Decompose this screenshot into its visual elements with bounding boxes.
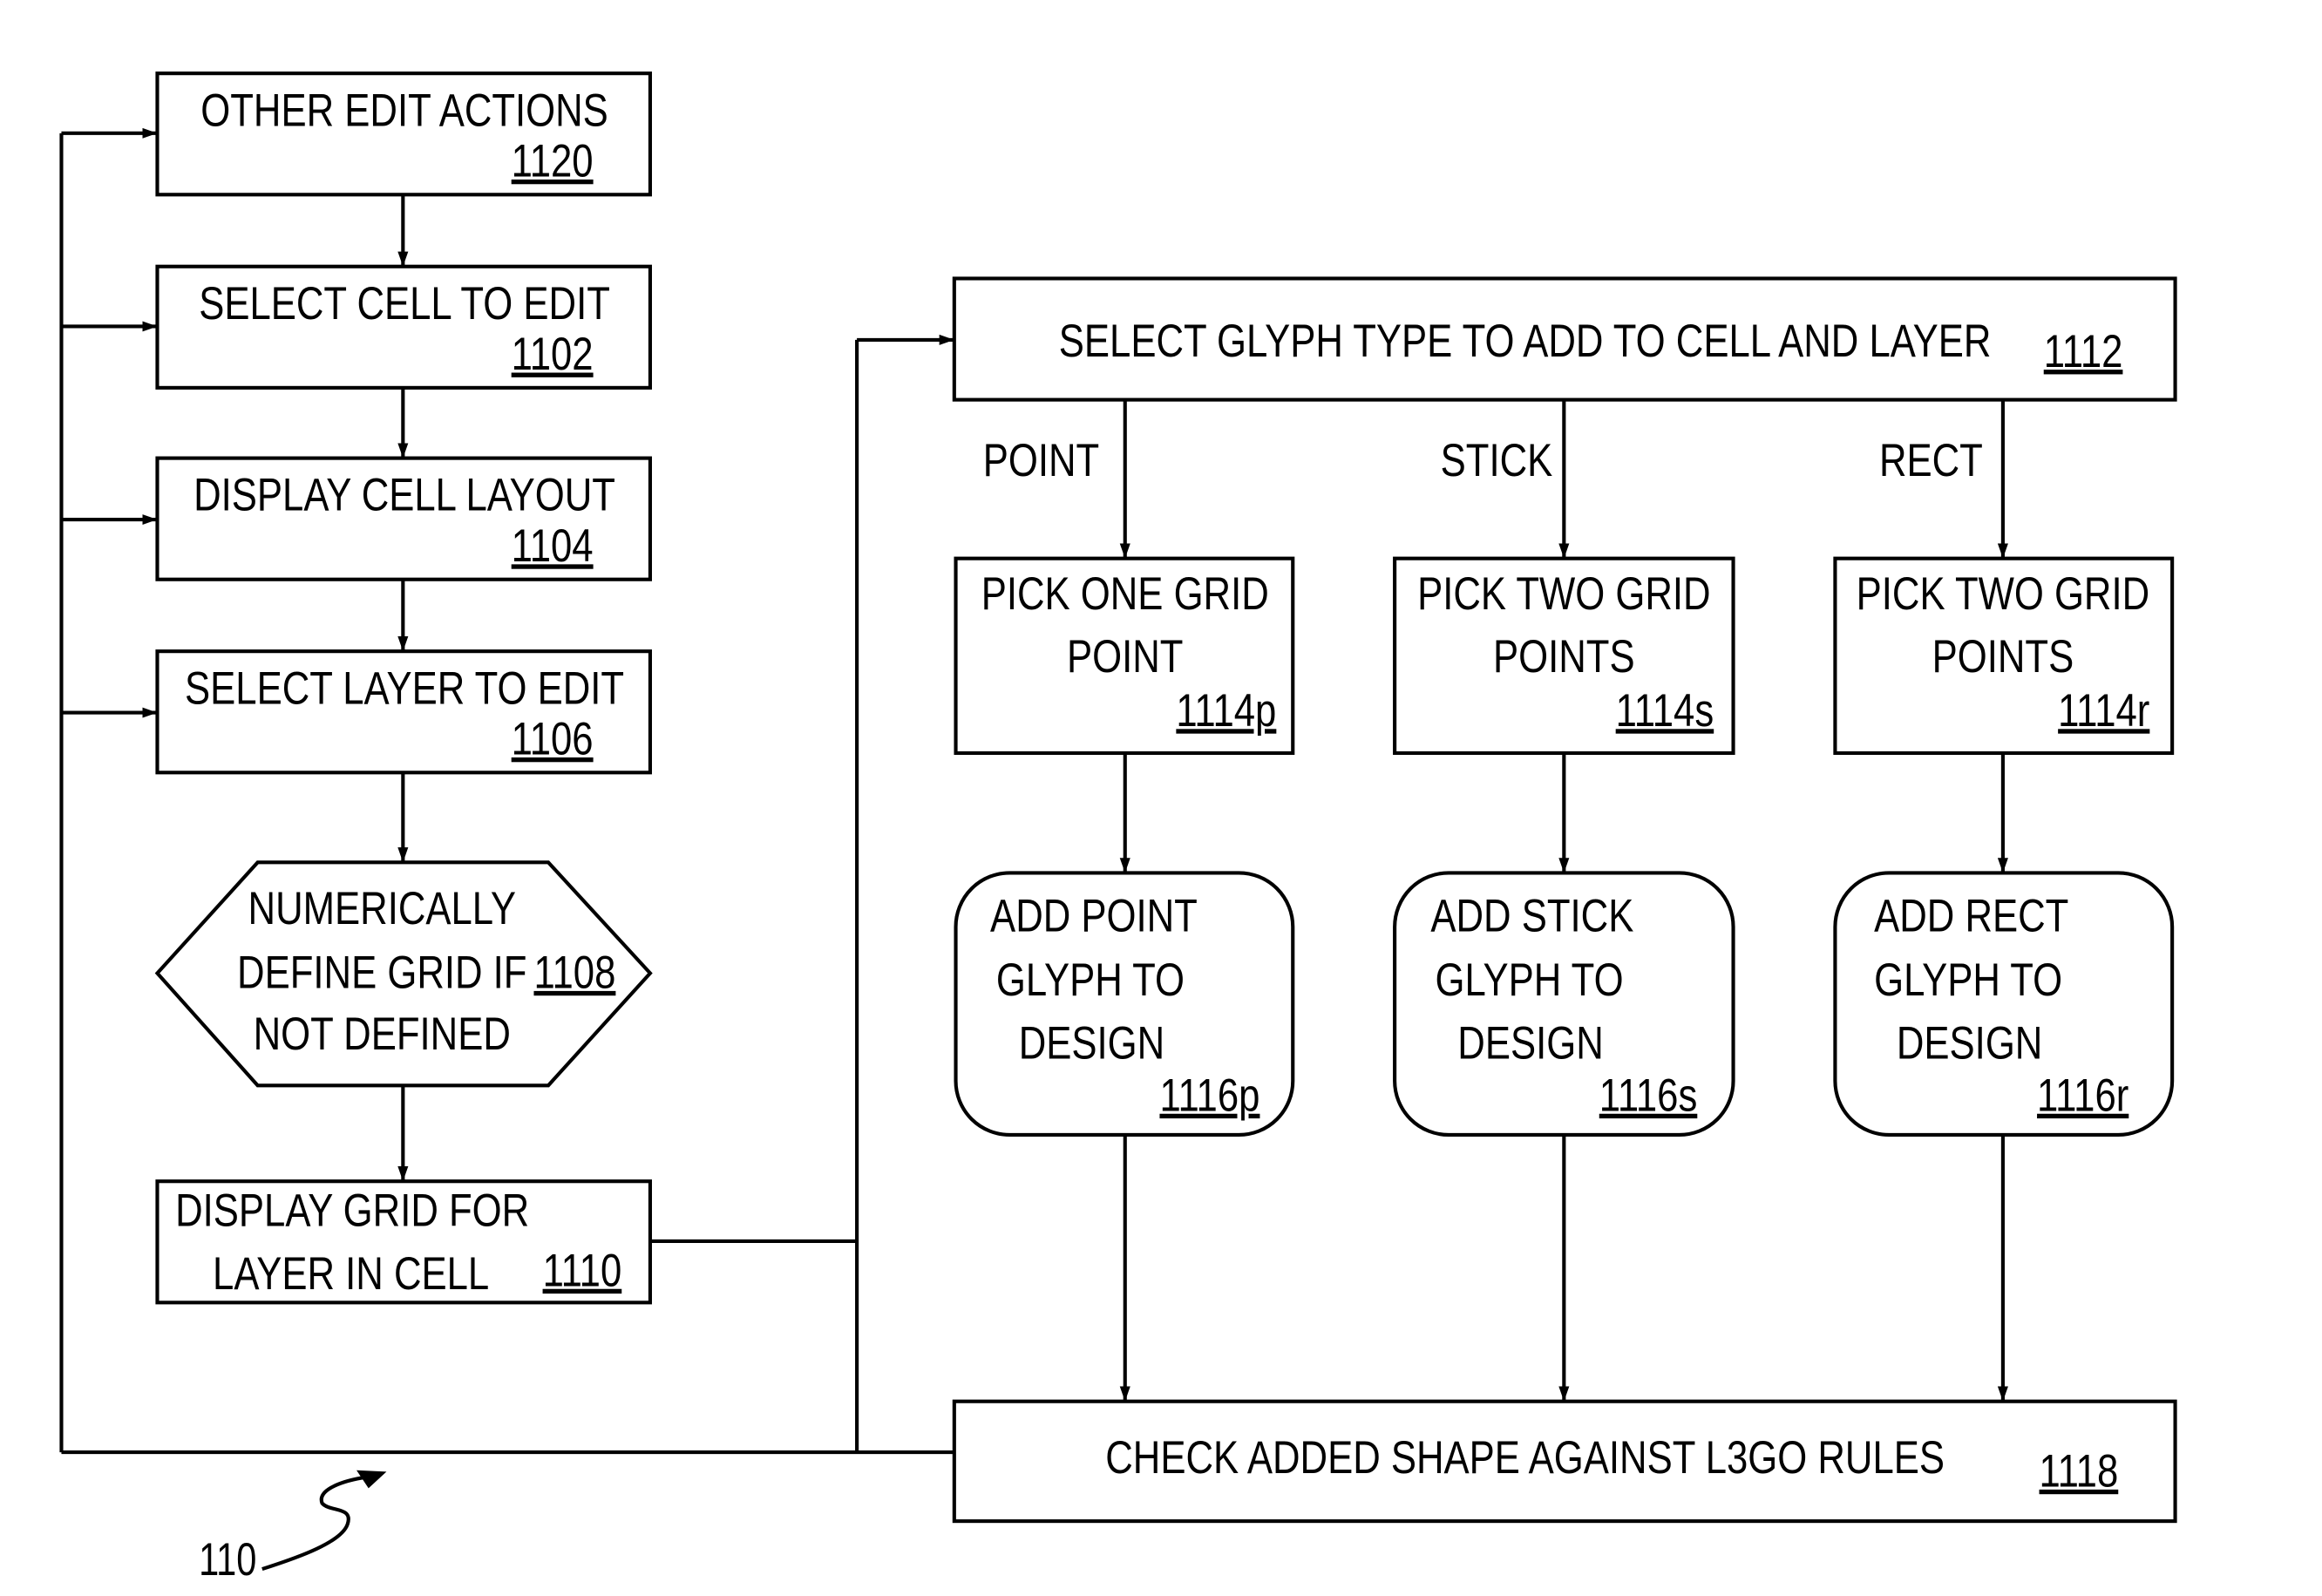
node-text-line-2: POINTS [1932,631,2074,683]
node-ref-number: 1112 [2044,326,2123,377]
node-ref-number: 1102 [512,329,594,380]
node-ref-number: 1114r [2058,685,2149,737]
node-text-line-1: PICK TWO GRID [1857,568,2149,620]
node-1114p: PICK ONE GRID POINT 1114p [954,556,1295,756]
node-text: SELECT LAYER TO EDIT [185,662,624,714]
node-text-line-3: DESIGN [1457,1017,1603,1069]
figure-reference-label: 110 [199,1534,256,1586]
node-1118: CHECK ADDED SHAPE AGAINST L3GO RULES 111… [952,1399,2177,1524]
node-text-line-1: ADD RECT [1874,890,2068,941]
node-text-line-2: LAYER IN CELL [213,1248,489,1300]
node-1116r: ADD RECT GLYPH TO DESIGN 1116r [1833,871,2175,1138]
node-ref-number: 1110 [543,1245,622,1296]
node-1116p: ADD POINT GLYPH TO DESIGN 1116p [954,871,1295,1138]
node-ref-number: 1120 [512,136,594,187]
node-ref-number: 1104 [512,520,594,572]
leader-squiggle [261,1476,363,1572]
flowchart-diagram: OTHER EDIT ACTIONS 1120 SELECT CELL TO E… [59,71,2177,1586]
node-text-line-2: GLYPH TO [1436,954,1624,1006]
node-text-line-3: NOT DEFINED [254,1009,511,1060]
node-text-line-1: ADD STICK [1430,890,1633,941]
node-1110: DISPLAY GRID FOR LAYER IN CELL 1110 [155,1179,652,1305]
node-text: DISPLAY CELL LAYOUT [194,470,615,521]
node-text: OTHER EDIT ACTIONS [200,85,608,136]
node-1120: OTHER EDIT ACTIONS 1120 [155,71,652,197]
node-text: SELECT GLYPH TYPE TO ADD TO CELL AND LAY… [1059,316,1992,367]
node-text-line-2: POINTS [1493,631,1635,683]
node-text-line-2: POINT [1067,631,1183,683]
branch-label-point: POINT [983,435,1099,486]
node-ref-number: 1116s [1599,1070,1698,1121]
node-text-line-1: ADD POINT [990,890,1198,941]
node-text-line-2: GLYPH TO [1874,954,2062,1006]
node-ref-number: 1116r [2037,1070,2128,1121]
node-ref-number: 1108 [533,947,615,999]
node-1116s: ADD STICK GLYPH TO DESIGN 1116s [1393,871,1735,1138]
node-text-line-1: NUMERICALLY [248,883,516,934]
node-ref-number: 1114p [1176,685,1276,737]
node-text-line-2: GLYPH TO [996,954,1185,1006]
node-ref-number: 1114s [1616,685,1714,737]
node-text-line-3: DESIGN [1897,1017,2042,1069]
node-text: SELECT CELL TO EDIT [199,278,610,329]
node-1108: NUMERICALLY DEFINE GRID IF NOT DEFINED 1… [154,860,653,1088]
node-1114r: PICK TWO GRID POINTS 1114r [1833,556,2175,756]
node-ref-number: 1116p [1159,1070,1259,1121]
node-text-line-2: DEFINE GRID IF [237,947,526,999]
node-ref-number: 1118 [2040,1446,2119,1498]
node-ref-number: 1106 [512,714,594,765]
node-1102: SELECT CELL TO EDIT 1102 [155,264,652,390]
figure-reference: 110 [199,1470,387,1586]
node-1112: SELECT GLYPH TYPE TO ADD TO CELL AND LAY… [952,276,2177,402]
node-1104: DISPLAY CELL LAYOUT 1104 [155,456,652,581]
branch-label-stick: STICK [1441,435,1553,486]
node-text: CHECK ADDED SHAPE AGAINST L3GO RULES [1105,1432,1945,1484]
node-1114s: PICK TWO GRID POINTS 1114s [1393,556,1735,756]
node-text-line-3: DESIGN [1019,1017,1164,1069]
node-1106: SELECT LAYER TO EDIT 1106 [155,649,652,775]
node-text-line-1: DISPLAY GRID FOR [175,1185,529,1237]
node-text-line-1: PICK TWO GRID [1417,568,1710,620]
node-text-line-1: PICK ONE GRID [981,568,1269,620]
branch-label-rect: RECT [1879,435,1983,486]
